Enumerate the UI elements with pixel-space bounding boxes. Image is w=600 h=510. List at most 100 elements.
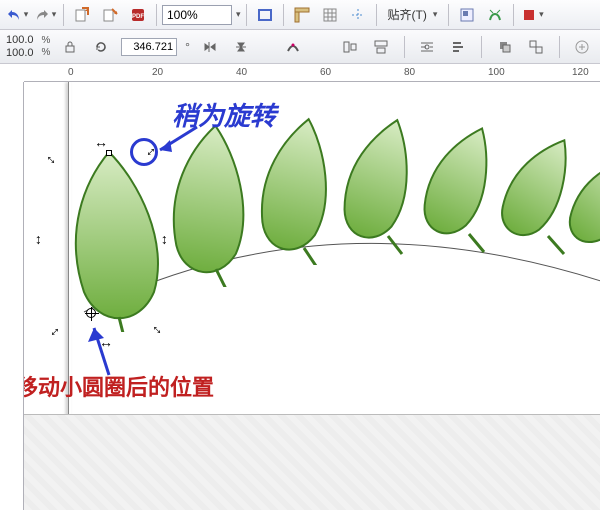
annotation-rotate-hint: 稍为旋转	[172, 96, 276, 133]
to-front-icon	[497, 39, 513, 55]
zoom-value: 100%	[167, 8, 198, 22]
undo-button[interactable]: ▾	[4, 3, 30, 27]
align-c-icon	[373, 39, 389, 55]
rotation-handle[interactable]: ↔	[159, 233, 175, 247]
order-icon	[451, 39, 467, 55]
fill-icon	[521, 7, 537, 23]
export-icon	[102, 7, 118, 23]
tick: 0	[68, 67, 74, 78]
import-icon	[74, 7, 90, 23]
import-button[interactable]	[69, 3, 95, 27]
rotation-center[interactable]	[86, 308, 96, 318]
node-marker[interactable]	[106, 150, 112, 156]
separator	[513, 4, 514, 26]
add-icon	[574, 39, 590, 55]
export-button[interactable]	[97, 3, 123, 27]
separator	[246, 4, 247, 26]
wrap-button[interactable]	[416, 35, 439, 59]
leaf-shape[interactable]	[246, 110, 341, 265]
unit-readout: % %	[42, 35, 51, 59]
separator	[448, 4, 449, 26]
lock-ratio-button[interactable]	[58, 35, 81, 59]
pdf-icon: PDF	[130, 7, 146, 23]
align-a-icon	[285, 39, 301, 55]
scale-y: 100.0	[6, 47, 34, 60]
add-button[interactable]	[571, 35, 594, 59]
rotation-value: 346.721	[133, 41, 173, 53]
unit-y: %	[42, 47, 51, 59]
rotation-input[interactable]: 346.721	[121, 38, 177, 56]
ruler-horizontal[interactable]: 0 20 40 60 80 100 120	[24, 64, 600, 82]
drawing-canvas[interactable]: ↔ ↔ ↔ ↔ ↔ ↔ ↔ ↔ 稍为旋转 移动小圆圈后的位置	[24, 82, 600, 510]
chevron-down-icon: ▾	[539, 9, 544, 20]
mirror-v-icon	[233, 39, 249, 55]
rotation-reset-button[interactable]	[90, 35, 113, 59]
cropped-region	[24, 414, 600, 510]
main-toolbar: ▾ ▾ PDF 100% ▾ 贴齐(T) ▾ ▾	[0, 0, 600, 30]
rotation-handle[interactable]: ↔	[33, 233, 49, 247]
guides-button[interactable]	[345, 3, 371, 27]
tick: 40	[236, 67, 247, 78]
chevron-down-icon: ▾	[433, 9, 438, 20]
separator	[481, 36, 482, 58]
separator	[63, 4, 64, 26]
options-icon	[459, 7, 475, 23]
chevron-down-icon: ▾	[24, 9, 29, 20]
options-button[interactable]	[454, 3, 480, 27]
rotation-handle[interactable]: ↔	[94, 134, 108, 150]
outline-button[interactable]	[281, 35, 304, 59]
to-front-button[interactable]	[493, 35, 516, 59]
size-readout: 100.0 100.0	[6, 34, 34, 60]
leaf-shape[interactable]	[494, 126, 572, 256]
leaf-shape[interactable]	[332, 110, 420, 255]
fill-button[interactable]: ▾	[519, 3, 545, 27]
mirror-v-button[interactable]	[229, 35, 252, 59]
degree-label: °	[185, 40, 190, 54]
svg-text:PDF: PDF	[132, 14, 144, 20]
mirror-h-button[interactable]	[198, 35, 221, 59]
effects-icon	[487, 7, 503, 23]
tick: 120	[572, 67, 589, 78]
fullscreen-icon	[257, 7, 273, 23]
leaf-shape[interactable]	[414, 116, 496, 254]
undo-icon	[6, 7, 22, 23]
snap-dropdown[interactable]: 贴齐(T) ▾	[382, 5, 444, 25]
chevron-down-icon[interactable]: ▾	[236, 9, 241, 20]
scale-x: 100.0	[6, 34, 34, 47]
separator	[283, 4, 284, 26]
lock-icon	[62, 39, 78, 55]
unit-x: %	[42, 35, 51, 47]
snap-label: 贴齐(T)	[388, 6, 427, 23]
property-bar: 100.0 100.0 % % 346.721 °	[0, 30, 600, 64]
rulers-button[interactable]	[289, 3, 315, 27]
grid-icon	[322, 7, 338, 23]
canvas-area: 0 20 40 60 80 100 120	[0, 64, 600, 510]
zoom-input[interactable]: 100%	[162, 5, 232, 25]
leaf-shape[interactable]	[564, 140, 600, 265]
align-button-2[interactable]	[369, 35, 392, 59]
tick: 100	[488, 67, 505, 78]
tick: 60	[320, 67, 331, 78]
redo-icon	[34, 7, 50, 23]
rulers-icon	[294, 7, 310, 23]
separator	[156, 4, 157, 26]
group-icon	[528, 39, 544, 55]
annotation-moved-hint: 移动小圆圈后的位置	[24, 370, 214, 402]
align-b-icon	[342, 39, 358, 55]
tick: 80	[404, 67, 415, 78]
order-button[interactable]	[447, 35, 470, 59]
fullscreen-button[interactable]	[252, 3, 278, 27]
effects-button[interactable]	[482, 3, 508, 27]
tick: 20	[152, 67, 163, 78]
separator	[559, 36, 560, 58]
redo-button[interactable]: ▾	[32, 3, 58, 27]
ruler-vertical[interactable]	[0, 82, 24, 510]
pdf-button[interactable]: PDF	[125, 3, 151, 27]
grid-button[interactable]	[317, 3, 343, 27]
wrap-icon	[419, 39, 435, 55]
mirror-h-icon	[202, 39, 218, 55]
guides-icon	[350, 7, 366, 23]
group-button[interactable]	[525, 35, 548, 59]
reload-icon	[93, 39, 109, 55]
align-button-1[interactable]	[338, 35, 361, 59]
